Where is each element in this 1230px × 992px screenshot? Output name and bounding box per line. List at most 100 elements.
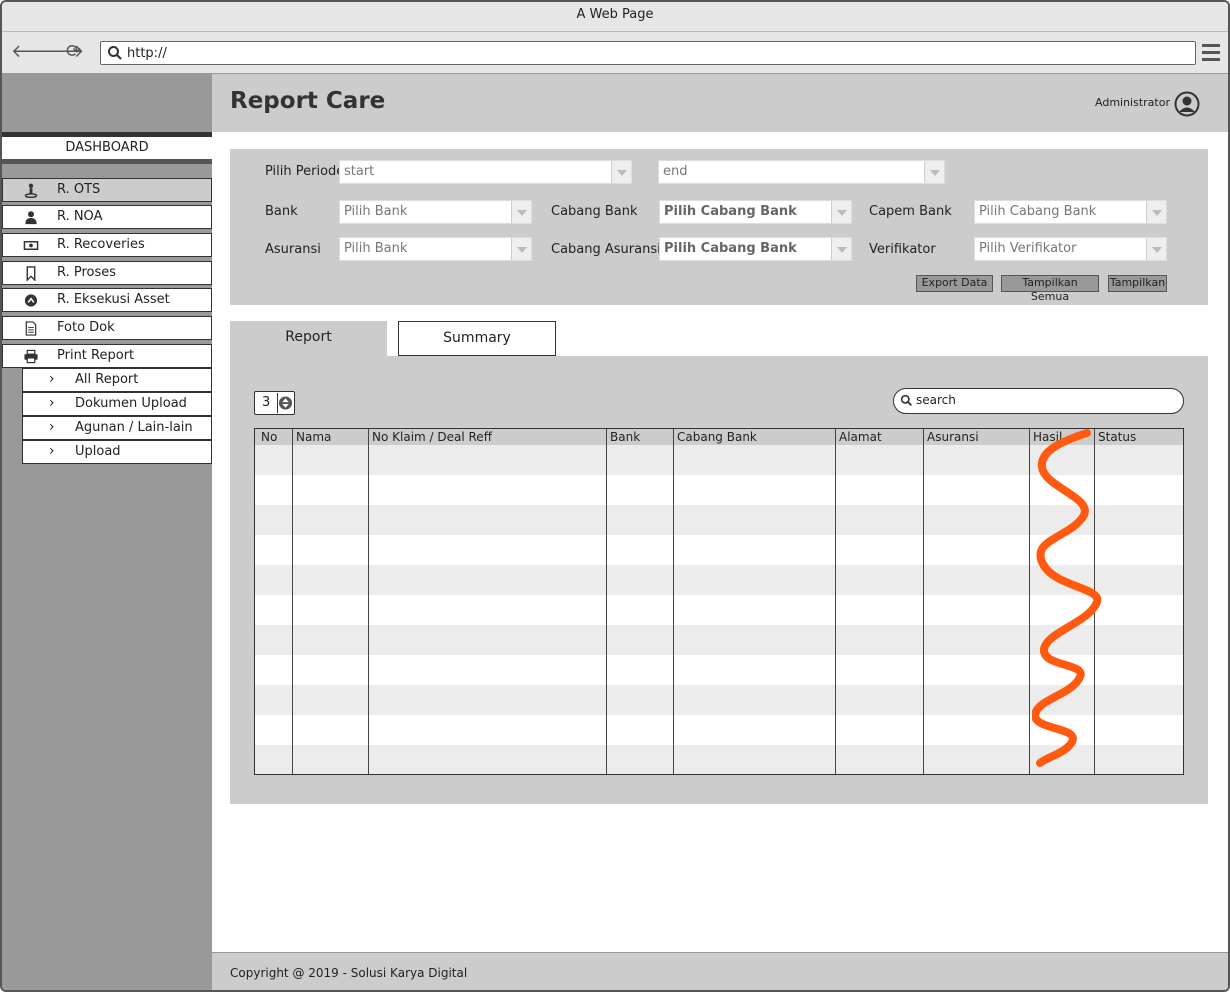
chevron-right-icon: › [49, 419, 55, 435]
sidebar-subitem-all-report[interactable]: › All Report [22, 368, 212, 392]
sidebar-subitem-dokumen-upload[interactable]: › Dokumen Upload [22, 392, 212, 416]
column-header-alamat[interactable]: Alamat [836, 429, 882, 445]
table-row [255, 475, 1183, 505]
sidebar-subitem-label: Agunan / Lain-lain [75, 420, 193, 435]
column-header-hasil[interactable]: Hasil [1030, 429, 1062, 445]
money-icon [23, 241, 39, 250]
user-icon [25, 211, 37, 225]
show-button[interactable]: Tampilkan [1108, 275, 1167, 292]
sidebar-item-r-eksekusi-asset[interactable]: R. Eksekusi Asset [2, 288, 212, 312]
column-header-nama[interactable]: Nama [293, 429, 331, 445]
column-header-no-klaim[interactable]: No Klaim / Deal Reff [369, 429, 492, 445]
page-header: Report Care Administrator [212, 74, 1228, 132]
tab-summary[interactable]: Summary [398, 321, 556, 356]
sidebar-subitem-upload[interactable]: › Upload [22, 440, 212, 464]
dashboard-label: DASHBOARD [65, 140, 149, 155]
dropdown-arrow-icon [924, 161, 944, 183]
table-row [255, 595, 1183, 625]
table-row [255, 535, 1183, 565]
page-title: Report Care [230, 88, 386, 114]
table-row [255, 685, 1183, 715]
sidebar-item-label: R. Eksekusi Asset [57, 292, 170, 307]
table-header: No Nama No Klaim / Deal Reff Bank Cabang… [255, 429, 1183, 445]
search-icon [108, 46, 122, 60]
table-row [255, 565, 1183, 595]
stepper-arrows-icon[interactable] [277, 393, 293, 413]
sidebar-item-r-noa[interactable]: R. NOA [2, 205, 212, 229]
asuransi-select[interactable]: Pilih Bank [339, 237, 532, 261]
reload-icon[interactable]: ⟳ [66, 42, 81, 62]
column-header-asuransi[interactable]: Asuransi [924, 429, 979, 445]
sidebar-item-print-report[interactable]: Print Report [2, 344, 212, 368]
sidebar-subitem-label: All Report [75, 372, 139, 387]
column-header-no[interactable]: No [258, 429, 277, 445]
capem-bank-value: Pilih Cabang Bank [979, 204, 1097, 219]
user-name[interactable]: Administrator [1095, 96, 1170, 109]
end-date-select[interactable]: end [658, 160, 945, 184]
table-row [255, 745, 1183, 774]
url-input[interactable]: http:// [100, 41, 1196, 65]
export-data-button[interactable]: Export Data [916, 275, 993, 292]
sidebar-subitem-agunan[interactable]: › Agunan / Lain-lain [22, 416, 212, 440]
cabang-bank-select[interactable]: Pilih Cabang Bank [659, 200, 852, 224]
dropdown-arrow-icon [611, 161, 631, 183]
sidebar-subitem-label: Dokumen Upload [75, 396, 187, 411]
sidebar-item-r-ots[interactable]: R. OTS [2, 178, 212, 202]
column-divider [1094, 429, 1095, 774]
column-header-bank[interactable]: Bank [607, 429, 640, 445]
window-title: A Web Page [576, 7, 654, 22]
address-bar: 🡐 🡒 ⟳ http:// [2, 32, 1228, 74]
column-divider [292, 429, 293, 774]
sidebar-item-r-recoveries[interactable]: R. Recoveries [2, 233, 212, 257]
bank-label: Bank [265, 204, 298, 219]
chevron-right-icon: › [49, 371, 55, 387]
column-divider [606, 429, 607, 774]
page-size-stepper[interactable]: 3 [254, 391, 295, 415]
start-date-select[interactable]: start [339, 160, 632, 184]
sidebar-item-foto-dok[interactable]: Foto Dok [2, 316, 212, 340]
browser-window: A Web Page 🡐 🡒 ⟳ http:// DASHBOARD R. OT… [0, 0, 1230, 992]
column-header-cabang-bank[interactable]: Cabang Bank [674, 429, 757, 445]
copyright-text: Copyright @ 2019 - Solusi Karya Digital [230, 966, 468, 980]
sidebar: DASHBOARD R. OTS R. NOA R. Recoveries R.… [2, 74, 212, 990]
menu-icon[interactable] [1202, 44, 1220, 65]
cabang-asuransi-label: Cabang Asuransi [551, 242, 661, 257]
verifikator-select[interactable]: Pilih Verifikator [974, 237, 1167, 261]
end-date-value: end [663, 164, 688, 179]
cabang-bank-label: Cabang Bank [551, 204, 638, 219]
dropdown-arrow-icon [831, 238, 851, 260]
tab-report[interactable]: Report [230, 321, 387, 356]
column-header-status[interactable]: Status [1095, 429, 1136, 445]
verifikator-value: Pilih Verifikator [979, 241, 1077, 256]
capem-bank-select[interactable]: Pilih Cabang Bank [974, 200, 1167, 224]
show-all-button[interactable]: Tampilkan Semua [1001, 275, 1099, 303]
cabang-asuransi-select[interactable]: Pilih Cabang Bank [659, 237, 852, 261]
table-row [255, 715, 1183, 745]
column-divider [835, 429, 836, 774]
column-divider [923, 429, 924, 774]
capem-bank-label: Capem Bank [869, 204, 952, 219]
sidebar-item-r-proses[interactable]: R. Proses [2, 261, 212, 285]
filter-panel: Pilih Periode start end Bank Pilih Bank … [230, 149, 1208, 305]
bank-select[interactable]: Pilih Bank [339, 200, 532, 224]
table-row [255, 625, 1183, 655]
document-icon [25, 321, 37, 336]
sidebar-item-label: Print Report [57, 348, 135, 363]
bookmark-icon [26, 266, 36, 281]
printer-icon [24, 349, 38, 364]
sidebar-item-label: Foto Dok [57, 320, 115, 335]
table-row [255, 505, 1183, 535]
url-text: http:// [127, 46, 167, 61]
dropdown-arrow-icon [511, 201, 531, 223]
page-size-value: 3 [262, 395, 271, 410]
column-divider [368, 429, 369, 774]
cabang-asuransi-value: Pilih Cabang Bank [664, 241, 797, 256]
sidebar-dashboard[interactable]: DASHBOARD [2, 132, 212, 164]
upload-circle-icon [24, 294, 38, 307]
table-row [255, 445, 1183, 475]
asuransi-value: Pilih Bank [344, 241, 408, 256]
sidebar-item-label: R. NOA [57, 209, 103, 224]
table-search-input[interactable]: search [893, 388, 1184, 414]
dropdown-arrow-icon [1146, 238, 1166, 260]
avatar-icon[interactable] [1174, 91, 1200, 117]
